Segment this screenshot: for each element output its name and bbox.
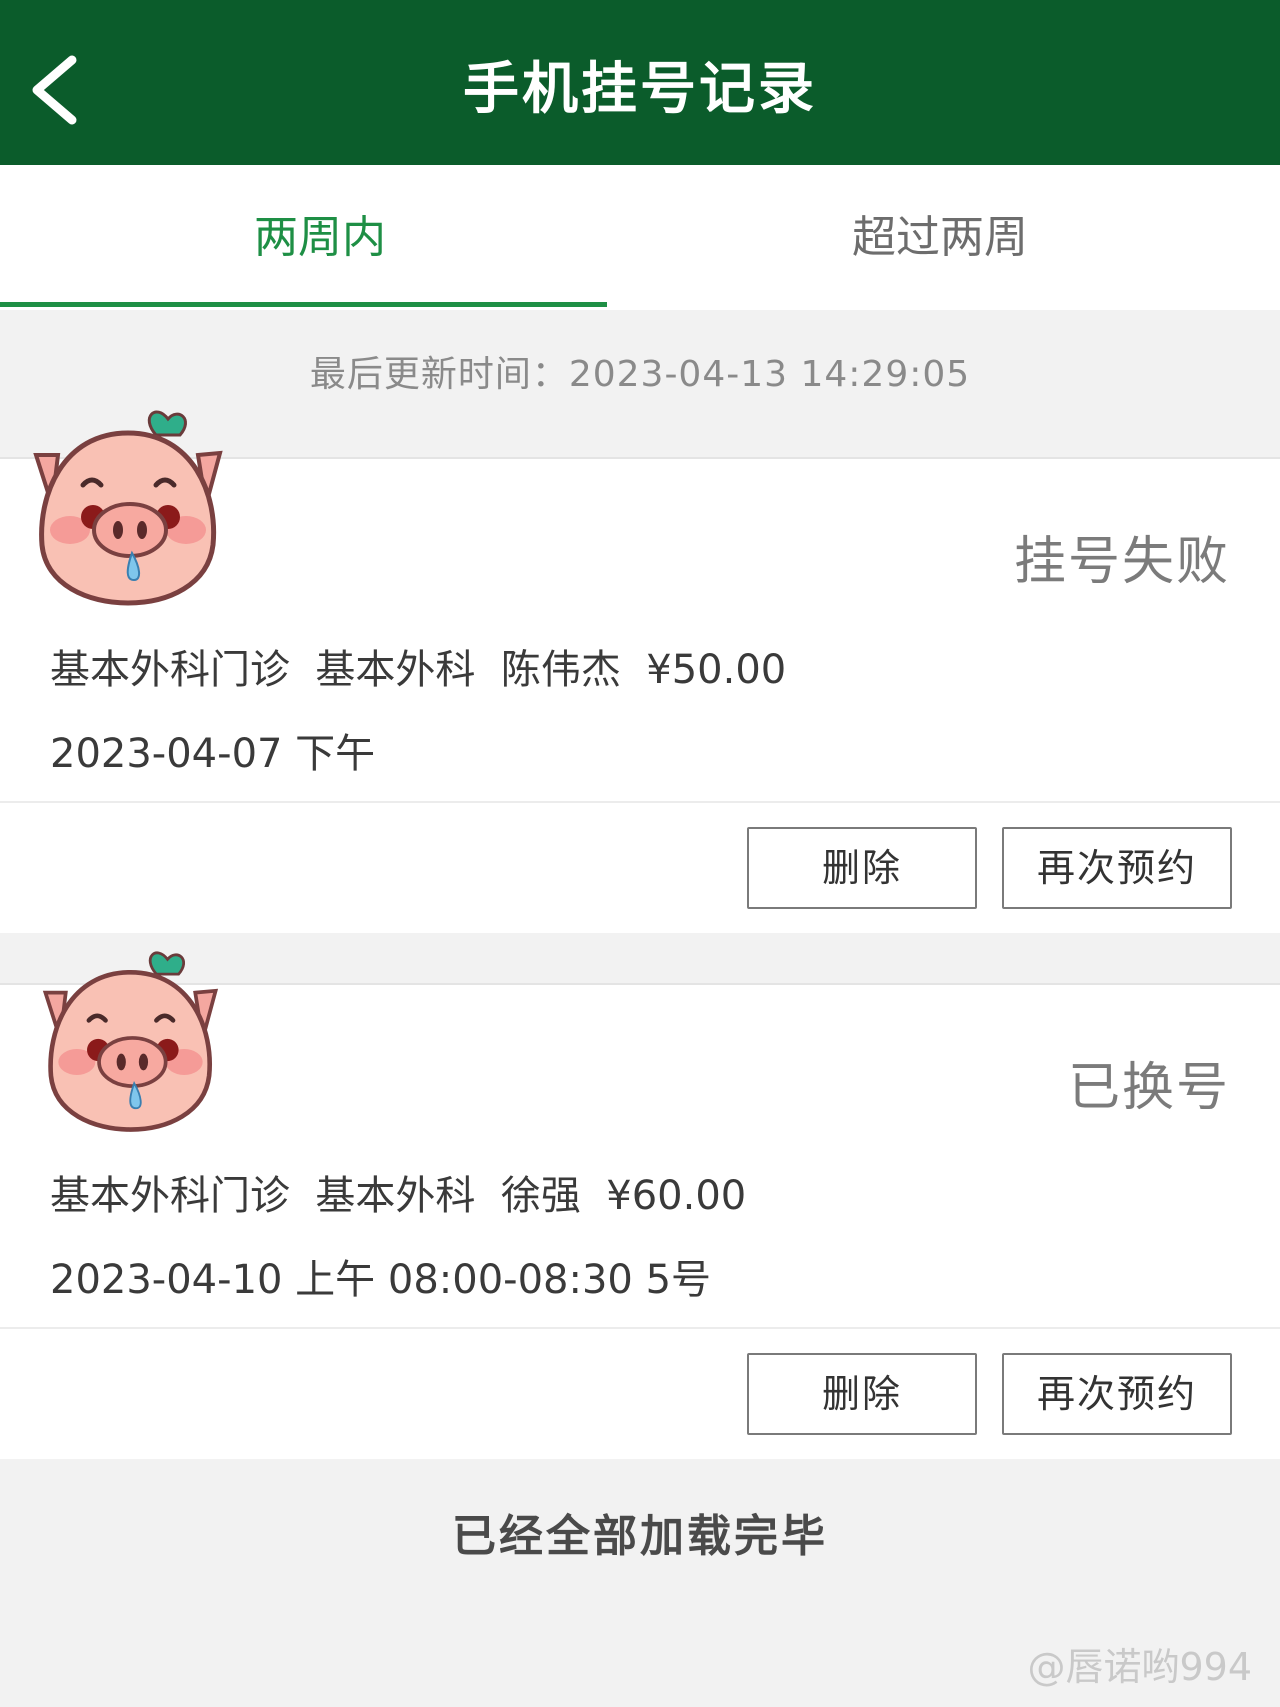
- card-divider: [0, 801, 1280, 803]
- active-tab-indicator: [0, 302, 607, 307]
- rebook-button[interactable]: 再次预约: [1002, 1353, 1232, 1435]
- watermark: @唇诺哟994: [1027, 1645, 1252, 1689]
- record-status: 已换号: [1067, 1058, 1230, 1118]
- last-updated-text: 最后更新时间：2023-04-13 14:29:05: [309, 354, 971, 395]
- record-department-doctor-fee: 基本外科门诊 基本外科 徐强 ¥60.00: [50, 1173, 747, 1219]
- rebook-button[interactable]: 再次预约: [1002, 827, 1232, 909]
- app-header: 手机挂号记录: [0, 0, 1280, 165]
- card-divider: [0, 1327, 1280, 1329]
- record-department-doctor-fee: 基本外科门诊 基本外科 陈伟杰 ¥50.00: [50, 647, 787, 693]
- all-loaded-text: 已经全部加载完毕: [452, 1511, 828, 1562]
- record-status: 挂号失败: [1013, 532, 1230, 592]
- record-date-time: 2023-04-07 下午: [50, 731, 376, 777]
- record-date-time: 2023-04-10 上午 08:00-08:30 5号: [50, 1257, 712, 1303]
- delete-button[interactable]: 删除: [747, 1353, 977, 1435]
- tab-within-two-weeks[interactable]: 两周内: [0, 165, 640, 310]
- pig-sticker-icon: [33, 410, 223, 606]
- pig-sticker-icon: [42, 951, 219, 1132]
- tab-over-two-weeks[interactable]: 超过两周: [620, 165, 1260, 310]
- delete-button[interactable]: 删除: [747, 827, 977, 909]
- page-title: 手机挂号记录: [463, 57, 817, 122]
- tab-bar: 两周内 超过两周: [0, 165, 1280, 310]
